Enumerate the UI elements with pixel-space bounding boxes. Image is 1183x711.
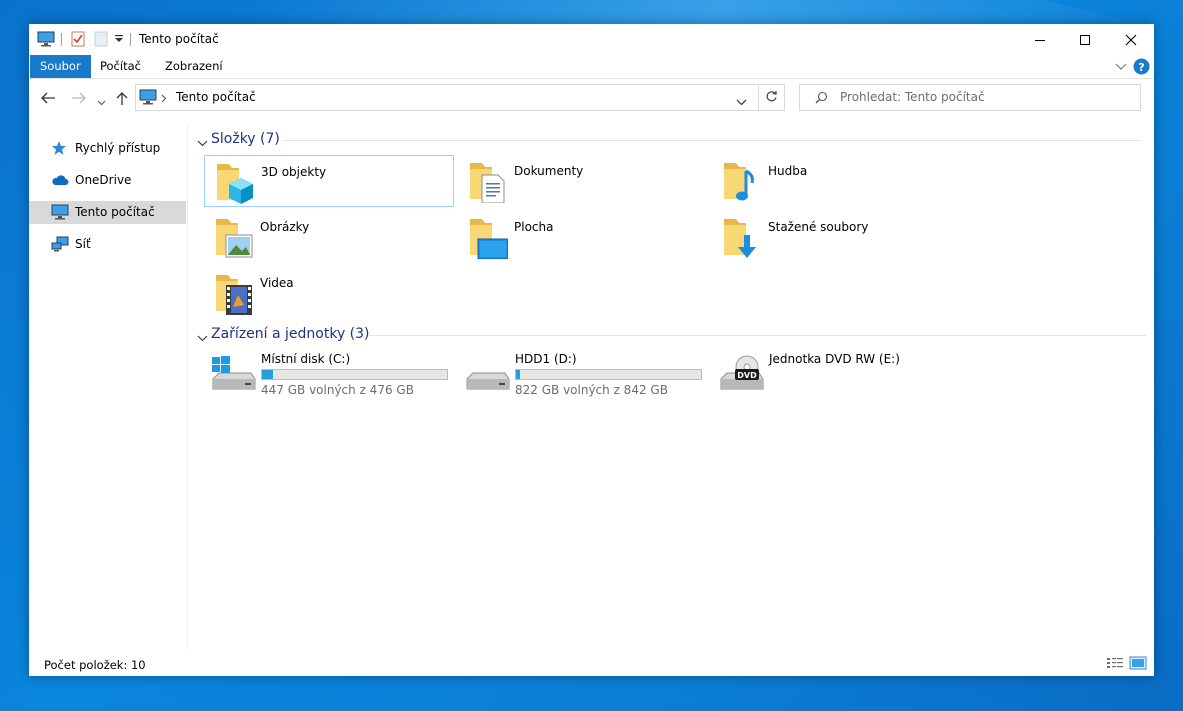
sidebar-item-label: Síť <box>75 237 91 251</box>
sidebar-item-this-pc[interactable]: Tento počítač <box>29 201 186 224</box>
folder-label: Plocha <box>514 220 554 234</box>
network-icon <box>51 236 69 255</box>
disk-usage-fill <box>262 370 274 379</box>
minimize-button[interactable] <box>1017 24 1063 55</box>
sidebar-item-label: OneDrive <box>75 173 132 187</box>
star-icon <box>51 140 67 159</box>
navigation-pane: Rychlý přístup OneDrive Tento počítač Sí… <box>29 119 187 649</box>
dvd-badge-text: DVD <box>737 371 757 380</box>
folder-label: Videa <box>260 276 294 290</box>
folder-label: Hudba <box>768 164 808 178</box>
navigation-bar: Tento počítač Prohledat: Tento počítač <box>29 79 1154 119</box>
disk-usage-fill <box>516 370 521 379</box>
new-folder-icon[interactable] <box>94 31 108 50</box>
drive-label: Místní disk (C:) <box>261 352 351 366</box>
quick-access-separator <box>61 33 62 46</box>
properties-icon[interactable] <box>71 31 85 50</box>
folder-downloads[interactable]: Stažené soubory <box>712 211 962 263</box>
customize-toolbar-chevron-icon[interactable] <box>114 33 124 47</box>
window-title: Tento počítač <box>139 32 219 46</box>
folder-desktop[interactable]: Plocha <box>458 211 708 263</box>
title-separator <box>130 33 131 46</box>
up-arrow-icon[interactable] <box>116 91 128 109</box>
drive-label: HDD1 (D:) <box>515 352 577 366</box>
folder-documents[interactable]: Dokumenty <box>458 155 708 207</box>
drive-e[interactable]: DVD Jednotka DVD RW (E:) <box>713 352 963 402</box>
folder-videos[interactable]: Videa <box>204 267 454 319</box>
folder-3d-objects[interactable]: 3D objekty <box>204 155 454 207</box>
refresh-button[interactable] <box>758 84 785 111</box>
computer-icon <box>51 204 69 223</box>
sidebar-item-quick-access[interactable]: Rychlý přístup <box>29 137 186 160</box>
refresh-icon <box>765 90 778 106</box>
search-placeholder: Prohledat: Tento počítač <box>840 90 985 104</box>
address-dropdown-chevron-icon[interactable] <box>736 95 747 109</box>
forward-arrow-icon[interactable] <box>71 92 86 107</box>
svg-text:?: ? <box>1138 61 1144 74</box>
3d-objects-folder-icon <box>215 160 255 207</box>
computer-icon[interactable] <box>37 31 55 50</box>
drive-c[interactable]: Místní disk (C:) 447 GB volných z 476 GB <box>205 352 455 402</box>
sidebar-item-label: Tento počítač <box>75 205 155 219</box>
collapse-group-chevron-icon[interactable] <box>197 136 208 150</box>
large-icons-view-icon[interactable] <box>1129 656 1147 670</box>
drive-d[interactable]: HDD1 (D:) 822 GB volných z 842 GB <box>459 352 709 402</box>
search-icon <box>815 91 828 107</box>
drive-free-space: 447 GB volných z 476 GB <box>261 383 414 397</box>
group-divider <box>369 335 1146 336</box>
drive-free-space: 822 GB volných z 842 GB <box>515 383 668 397</box>
file-explorer-window: Tento počítač Soubor Počítač Zobrazení ? <box>29 24 1154 676</box>
disk-usage-bar <box>261 369 448 380</box>
disk-usage-bar <box>515 369 702 380</box>
downloads-folder-icon <box>722 215 762 262</box>
tab-pocitac[interactable]: Počítač <box>90 55 151 78</box>
folder-music[interactable]: Hudba <box>712 155 962 207</box>
sidebar-item-label: Rychlý přístup <box>75 141 161 155</box>
desktop-folder-icon <box>468 215 509 262</box>
expand-ribbon-chevron-icon[interactable] <box>1115 61 1127 75</box>
group-header-folders[interactable]: Složky (7) <box>211 131 280 147</box>
folder-label: Obrázky <box>260 220 310 234</box>
pictures-folder-icon <box>214 215 254 262</box>
pane-divider <box>187 124 188 650</box>
breadcrumb[interactable]: Tento počítač <box>176 90 256 104</box>
details-view-icon[interactable] <box>1106 656 1124 670</box>
maximize-button[interactable] <box>1062 24 1108 55</box>
breadcrumb-chevron-icon[interactable] <box>161 92 167 106</box>
folder-label: Dokumenty <box>514 164 584 178</box>
help-icon[interactable]: ? <box>1133 58 1150 78</box>
folder-label: Stažené soubory <box>768 220 869 234</box>
tab-zobrazeni[interactable]: Zobrazení <box>155 55 233 78</box>
videos-folder-icon <box>214 271 254 318</box>
tab-soubor[interactable]: Soubor <box>30 55 91 78</box>
folder-pictures[interactable]: Obrázky <box>204 211 454 263</box>
folder-label: 3D objekty <box>261 165 327 179</box>
drive-label: Jednotka DVD RW (E:) <box>769 352 900 366</box>
computer-icon <box>139 89 157 108</box>
documents-folder-icon <box>468 159 508 206</box>
address-bar[interactable]: Tento počítač <box>135 84 785 111</box>
ribbon: Soubor Počítač Zobrazení ? <box>29 55 1154 78</box>
sidebar-item-onedrive[interactable]: OneDrive <box>29 169 186 192</box>
group-header-drives[interactable]: Zařízení a jednotky (3) <box>211 326 370 342</box>
status-item-count: Počet položek: 10 <box>44 658 146 672</box>
sidebar-item-network[interactable]: Síť <box>29 233 186 256</box>
dvd-drive-icon: DVD <box>717 355 765 398</box>
close-button[interactable] <box>1108 24 1154 55</box>
back-arrow-icon[interactable] <box>41 92 56 107</box>
group-divider <box>283 140 1141 141</box>
title-bar[interactable]: Tento počítač <box>29 24 1154 55</box>
recent-locations-chevron-icon[interactable] <box>97 95 106 109</box>
windows-drive-icon <box>209 355 257 398</box>
search-input[interactable]: Prohledat: Tento počítač <box>799 84 1141 111</box>
cloud-icon <box>51 174 69 189</box>
collapse-group-chevron-icon[interactable] <box>197 331 208 345</box>
hard-drive-icon <box>463 355 511 398</box>
music-folder-icon <box>722 159 762 206</box>
